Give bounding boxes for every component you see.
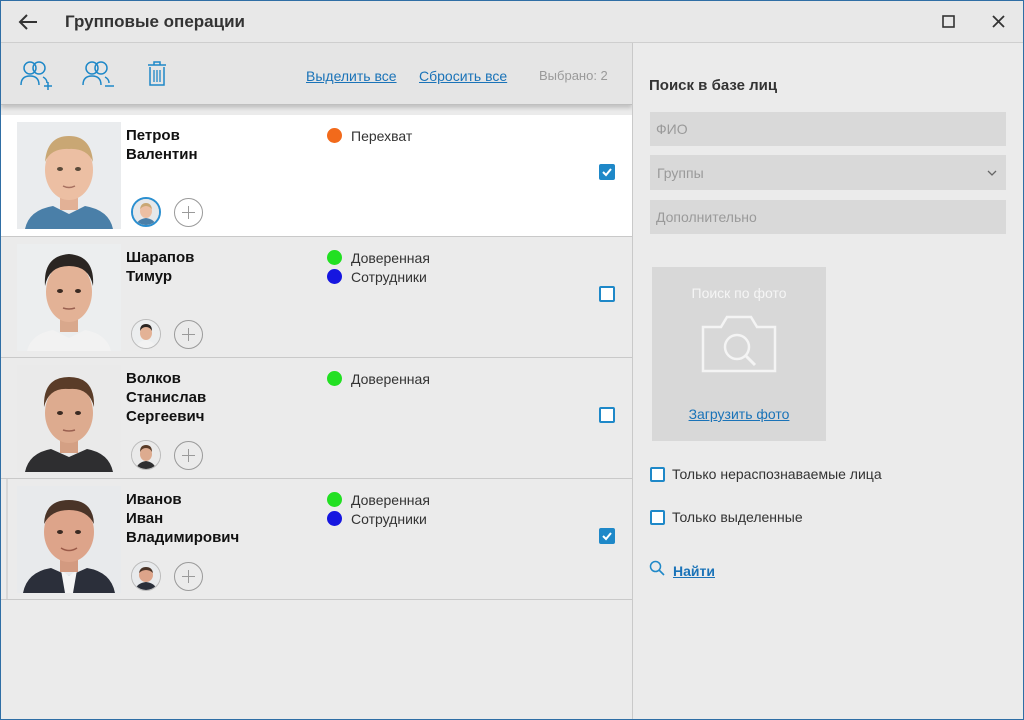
select-checkbox[interactable] <box>599 407 615 423</box>
group-tag: Сотрудники <box>327 509 430 528</box>
upload-photo-link[interactable]: Загрузить фото <box>652 406 826 422</box>
person-name: Иванов Иван Владимирович <box>126 490 239 547</box>
list-item[interactable]: Шарапов Тимур Доверенная Сотрудники <box>1 237 632 358</box>
person-name: Шарапов Тимур <box>126 248 194 286</box>
group-color-dot <box>327 492 342 507</box>
select-checkbox[interactable] <box>599 286 615 302</box>
persons-list: Петров Валентин Перехват Шарапов Тимур Д… <box>1 115 632 600</box>
group-tag: Перехват <box>327 126 412 145</box>
name-line: Владимирович <box>126 529 240 546</box>
person-groups: Доверенная Сотрудники <box>327 248 430 286</box>
camera-search-icon <box>701 313 777 378</box>
add-photo-button[interactable] <box>174 441 203 470</box>
fio-input[interactable] <box>650 112 1006 146</box>
back-arrow-icon[interactable] <box>15 9 43 35</box>
name-line: Волков <box>126 370 181 387</box>
person-groups: Перехват <box>327 126 412 145</box>
group-tag: Сотрудники <box>327 267 430 286</box>
group-label: Перехват <box>351 127 413 144</box>
name-line: Сергеевич <box>126 408 205 425</box>
trash-icon[interactable] <box>146 61 168 92</box>
groups-select[interactable]: Группы <box>650 155 1006 190</box>
group-tag: Доверенная <box>327 490 430 509</box>
group-label: Доверенная <box>351 491 430 508</box>
face-thumbnail[interactable] <box>131 440 161 470</box>
group-label: Сотрудники <box>351 268 427 285</box>
checkbox-label: Только нераспознаваемые лица <box>672 466 882 482</box>
only-selected-checkbox[interactable]: Только выделенные <box>650 509 803 525</box>
remove-from-group-icon[interactable] <box>81 59 117 96</box>
name-line: Валентин <box>126 146 198 163</box>
group-color-dot <box>327 511 342 526</box>
name-line: Иванов <box>126 491 182 508</box>
add-photo-button[interactable] <box>174 562 203 591</box>
checkbox-box[interactable] <box>650 466 665 482</box>
select-checkbox[interactable] <box>599 164 615 180</box>
name-line: Петров <box>126 127 180 144</box>
group-operations-window: Групповые операции Выделить все Сбросить… <box>0 0 1024 720</box>
additional-input[interactable] <box>650 200 1006 234</box>
add-to-group-icon[interactable] <box>19 59 55 96</box>
select-checkbox[interactable] <box>599 528 615 544</box>
group-color-dot <box>327 371 342 386</box>
maximize-icon[interactable] <box>936 9 962 35</box>
select-all-link[interactable]: Выделить все <box>306 68 397 84</box>
title-bar: Групповые операции <box>1 1 1023 43</box>
search-title: Поиск в базе лиц <box>649 77 778 94</box>
name-line: Тимур <box>126 268 173 285</box>
window-title: Групповые операции <box>65 12 245 31</box>
photo-search-dropzone[interactable]: Поиск по фото Загрузить фото <box>652 267 826 441</box>
face-thumbnail[interactable] <box>131 319 161 349</box>
group-tag: Доверенная <box>327 369 430 388</box>
group-color-dot <box>327 250 342 265</box>
person-photo <box>17 244 121 351</box>
reset-all-link[interactable]: Сбросить все <box>419 68 507 84</box>
person-photo <box>17 365 121 472</box>
person-photo <box>17 122 121 229</box>
person-name: Петров Валентин <box>126 126 198 164</box>
toolbar: Выделить все Сбросить все Выбрано: 2 <box>1 43 632 105</box>
find-button[interactable]: Найти <box>649 560 715 581</box>
group-tag: Доверенная <box>327 248 430 267</box>
group-label: Сотрудники <box>351 510 427 527</box>
search-panel: Поиск в базе лиц Группы Поиск по фото За… <box>633 43 1023 719</box>
checkbox-box[interactable] <box>650 509 665 525</box>
person-photo <box>17 486 121 593</box>
face-thumbnail[interactable] <box>131 561 161 591</box>
find-label: Найти <box>673 562 715 579</box>
group-color-dot <box>327 128 342 143</box>
person-groups: Доверенная <box>327 369 430 388</box>
groups-select-label: Группы <box>657 165 704 181</box>
list-item[interactable]: Волков Станислав Сергеевич Доверенная <box>1 358 632 479</box>
photo-search-label: Поиск по фото <box>691 285 787 301</box>
list-item[interactable]: Иванов Иван Владимирович Доверенная Сотр… <box>1 479 632 600</box>
group-label: Доверенная <box>351 249 430 266</box>
group-label: Доверенная <box>351 370 430 387</box>
name-line: Иван <box>126 510 164 527</box>
close-icon[interactable] <box>986 9 1012 35</box>
group-color-dot <box>327 269 342 284</box>
person-name: Волков Станислав Сергеевич <box>126 369 206 426</box>
persons-panel: Выделить все Сбросить все Выбрано: 2 Пет… <box>1 43 632 719</box>
selected-count: Выбрано: 2 <box>539 68 608 83</box>
checkbox-label: Только выделенные <box>672 509 803 525</box>
search-icon <box>649 560 665 581</box>
name-line: Станислав <box>126 389 207 406</box>
chevron-down-icon <box>986 166 998 184</box>
face-thumbnail[interactable] <box>131 197 161 227</box>
only-unrecognized-checkbox[interactable]: Только нераспознаваемые лица <box>650 466 882 482</box>
name-line: Шарапов <box>126 249 195 266</box>
person-groups: Доверенная Сотрудники <box>327 490 430 528</box>
list-item[interactable]: Петров Валентин Перехват <box>1 115 632 237</box>
add-photo-button[interactable] <box>174 320 203 349</box>
add-photo-button[interactable] <box>174 198 203 227</box>
